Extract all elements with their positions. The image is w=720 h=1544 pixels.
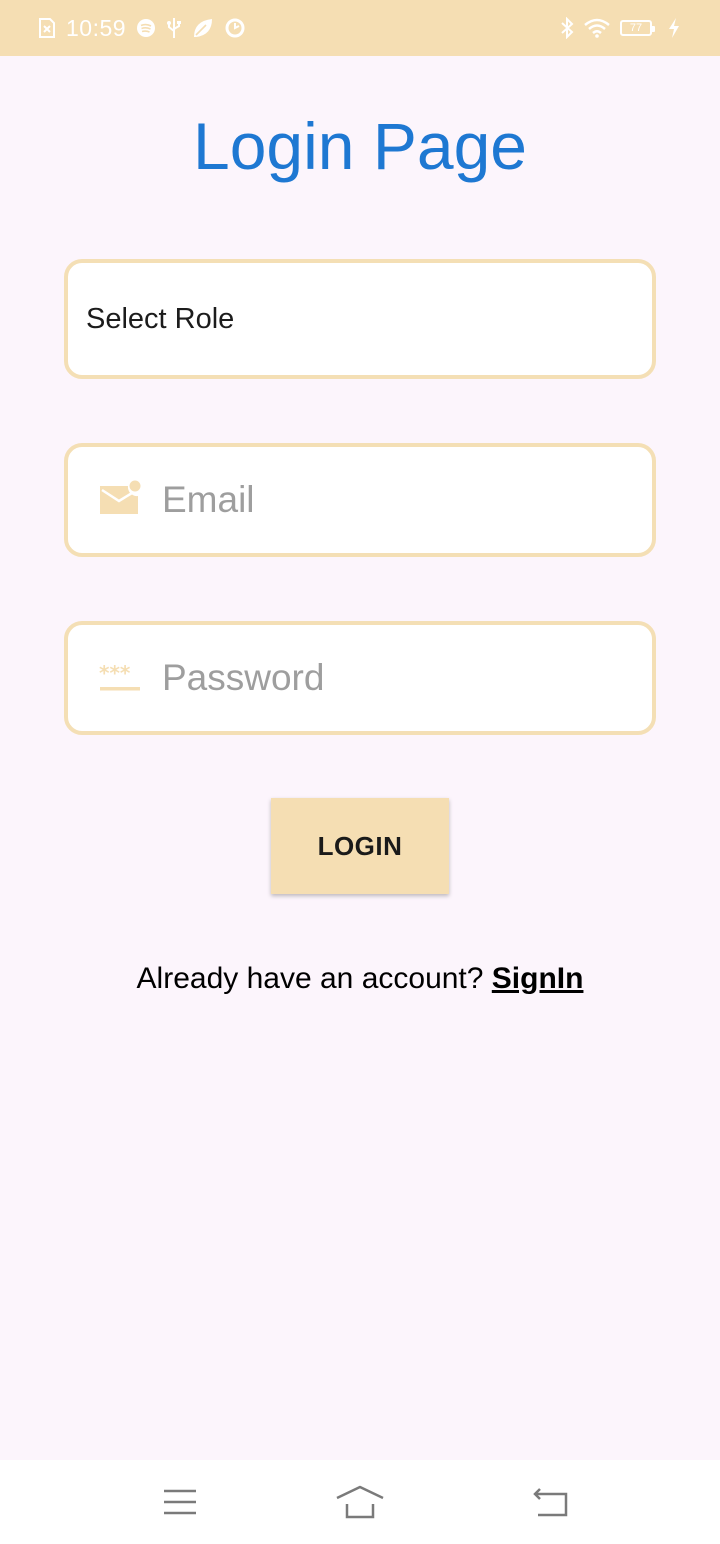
svg-text:***: *** (99, 661, 131, 685)
password-icon: *** (98, 658, 142, 698)
usb-icon (166, 17, 182, 39)
role-select[interactable]: Select Role (64, 259, 656, 379)
role-select-value: Select Role (86, 302, 235, 335)
password-field-container: *** (64, 621, 656, 735)
account-prompt-text: Already have an account? (136, 962, 492, 995)
bluetooth-icon (560, 17, 574, 39)
signin-link[interactable]: SignIn (492, 962, 584, 995)
status-right: 77 (560, 0, 680, 56)
signin-prompt: Already have an account? SignIn (0, 962, 720, 996)
charging-icon (668, 17, 680, 39)
system-nav-bar (0, 1460, 720, 1544)
back-icon[interactable] (526, 1478, 574, 1526)
wifi-icon (584, 18, 610, 38)
email-field-container (64, 443, 656, 557)
page-title: Login Page (193, 109, 527, 183)
sim-alert-icon (38, 18, 56, 38)
home-icon[interactable] (334, 1478, 386, 1526)
email-field[interactable] (162, 447, 632, 553)
status-left: 10:59 (38, 0, 246, 56)
status-bar: 10:59 77 (0, 0, 720, 56)
password-field[interactable] (162, 625, 632, 731)
spotify-icon (136, 18, 156, 38)
menu-icon[interactable] (156, 1478, 204, 1526)
login-button[interactable]: LOGIN (271, 798, 449, 894)
leaf-icon (192, 17, 214, 39)
battery-icon: 77 (620, 20, 655, 36)
mail-icon (98, 480, 142, 520)
sync-icon (224, 17, 246, 39)
status-time: 10:59 (66, 14, 127, 41)
